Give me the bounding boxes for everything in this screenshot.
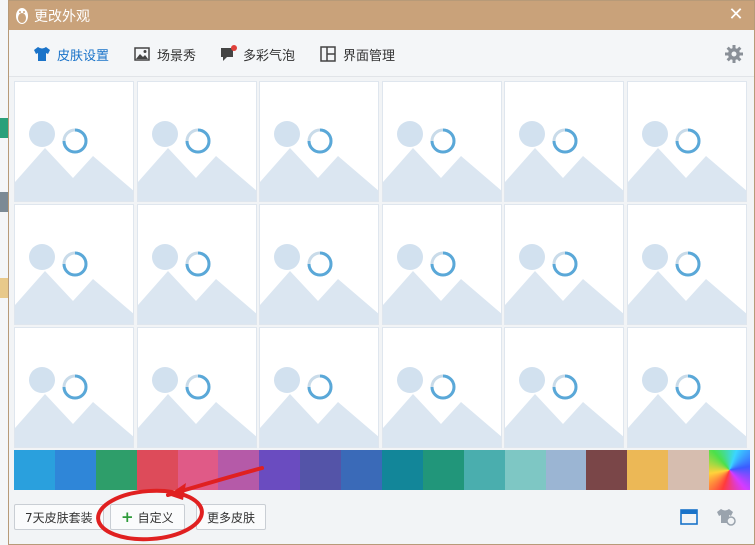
tshirt-settings-icon[interactable] [716,508,736,526]
seven-day-skin-suite-button[interactable]: 7天皮肤套装 [14,504,104,530]
title-bar: 更改外观 ✕ [9,1,754,30]
image-placeholder-icon [15,121,133,201]
color-swatch[interactable] [54,450,96,490]
skin-tile[interactable] [14,81,134,202]
image-placeholder-icon [505,121,623,201]
button-label: 7天皮肤套装 [25,510,93,525]
color-swatch[interactable] [627,450,669,490]
tab-interface-management[interactable]: 界面管理 [319,43,395,65]
color-swatch[interactable] [136,450,178,490]
color-swatch[interactable] [341,450,383,490]
skin-tile[interactable] [259,204,379,325]
gear-icon[interactable] [724,44,744,64]
skin-tile[interactable] [14,327,134,448]
skin-tile[interactable] [259,81,379,202]
skin-tile[interactable] [626,204,747,325]
image-placeholder-icon [260,244,378,324]
color-swatch[interactable] [504,450,546,490]
skin-tile[interactable] [259,327,379,448]
image-placeholder-icon [15,244,133,324]
tab-skin-settings[interactable]: 皮肤设置 [33,43,109,65]
skin-tile[interactable] [504,81,624,202]
tab-label: 多彩气泡 [243,48,296,64]
color-swatch-row [14,450,751,490]
skin-tile[interactable] [381,204,502,325]
color-swatch[interactable] [382,450,423,490]
image-placeholder-icon [382,244,501,324]
image-placeholder-icon [627,121,746,201]
image-placeholder-icon [382,367,501,447]
button-label: 更多皮肤 [207,510,256,525]
skin-tile[interactable] [136,204,257,325]
tab-scene-show[interactable]: 场景秀 [133,43,196,65]
color-swatch[interactable] [218,450,260,490]
skin-tile[interactable] [136,327,257,448]
background-strip [0,278,8,298]
image-placeholder-icon [382,121,501,201]
image-placeholder-icon [627,367,746,447]
plus-icon: + [121,508,134,526]
more-skins-button[interactable]: 更多皮肤 [196,504,267,530]
color-swatch[interactable] [463,450,505,490]
layout-icon [319,45,337,63]
background-strip [0,118,8,138]
skin-tile[interactable] [381,327,502,448]
tab-bar: 皮肤设置 场景秀 多彩气泡 界面管理 [9,30,754,77]
image-placeholder-icon [505,367,623,447]
footer-bar: 7天皮肤套装 + 自定义 更多皮肤 [0,491,745,543]
skin-tile[interactable] [504,204,624,325]
tab-colorful-bubbles[interactable]: 多彩气泡 [219,43,295,65]
skin-tile[interactable] [14,204,134,325]
skin-tile[interactable] [504,327,624,448]
window-title: 更改外观 [34,8,90,25]
skin-tile[interactable] [626,327,747,448]
button-label: 自定义 [137,510,174,525]
image-placeholder-icon [15,367,133,447]
custom-color-swatch[interactable] [709,450,751,490]
tab-label: 场景秀 [157,48,197,64]
color-swatch[interactable] [300,450,342,490]
chat-bubble-icon [219,45,237,63]
skin-grid [14,81,749,449]
custom-skin-button[interactable]: + 自定义 [110,504,185,530]
color-swatch[interactable] [586,450,628,490]
image-placeholder-icon [137,367,256,447]
skin-tile[interactable] [136,81,257,202]
skin-tile[interactable] [381,81,502,202]
new-badge-dot [231,45,237,51]
image-placeholder-icon [137,121,256,201]
image-placeholder-icon [260,367,378,447]
image-placeholder-icon [627,244,746,324]
color-swatch[interactable] [422,450,464,490]
color-swatch[interactable] [14,450,55,490]
tab-label: 皮肤设置 [57,48,110,64]
color-swatch[interactable] [95,450,137,490]
image-placeholder-icon [260,121,378,201]
color-swatch[interactable] [177,450,219,490]
penguin-logo-icon [12,6,32,26]
image-icon [133,45,151,63]
background-strip [0,192,8,212]
image-placeholder-icon [137,244,256,324]
color-swatch[interactable] [259,450,301,490]
skin-tile[interactable] [626,81,747,202]
tshirt-icon [33,45,51,63]
image-placeholder-icon [505,244,623,324]
window-layout-icon[interactable] [680,508,698,526]
tab-label: 界面管理 [343,48,396,64]
color-swatch[interactable] [545,450,587,490]
color-swatch[interactable] [668,450,710,490]
close-button[interactable]: ✕ [726,5,746,25]
